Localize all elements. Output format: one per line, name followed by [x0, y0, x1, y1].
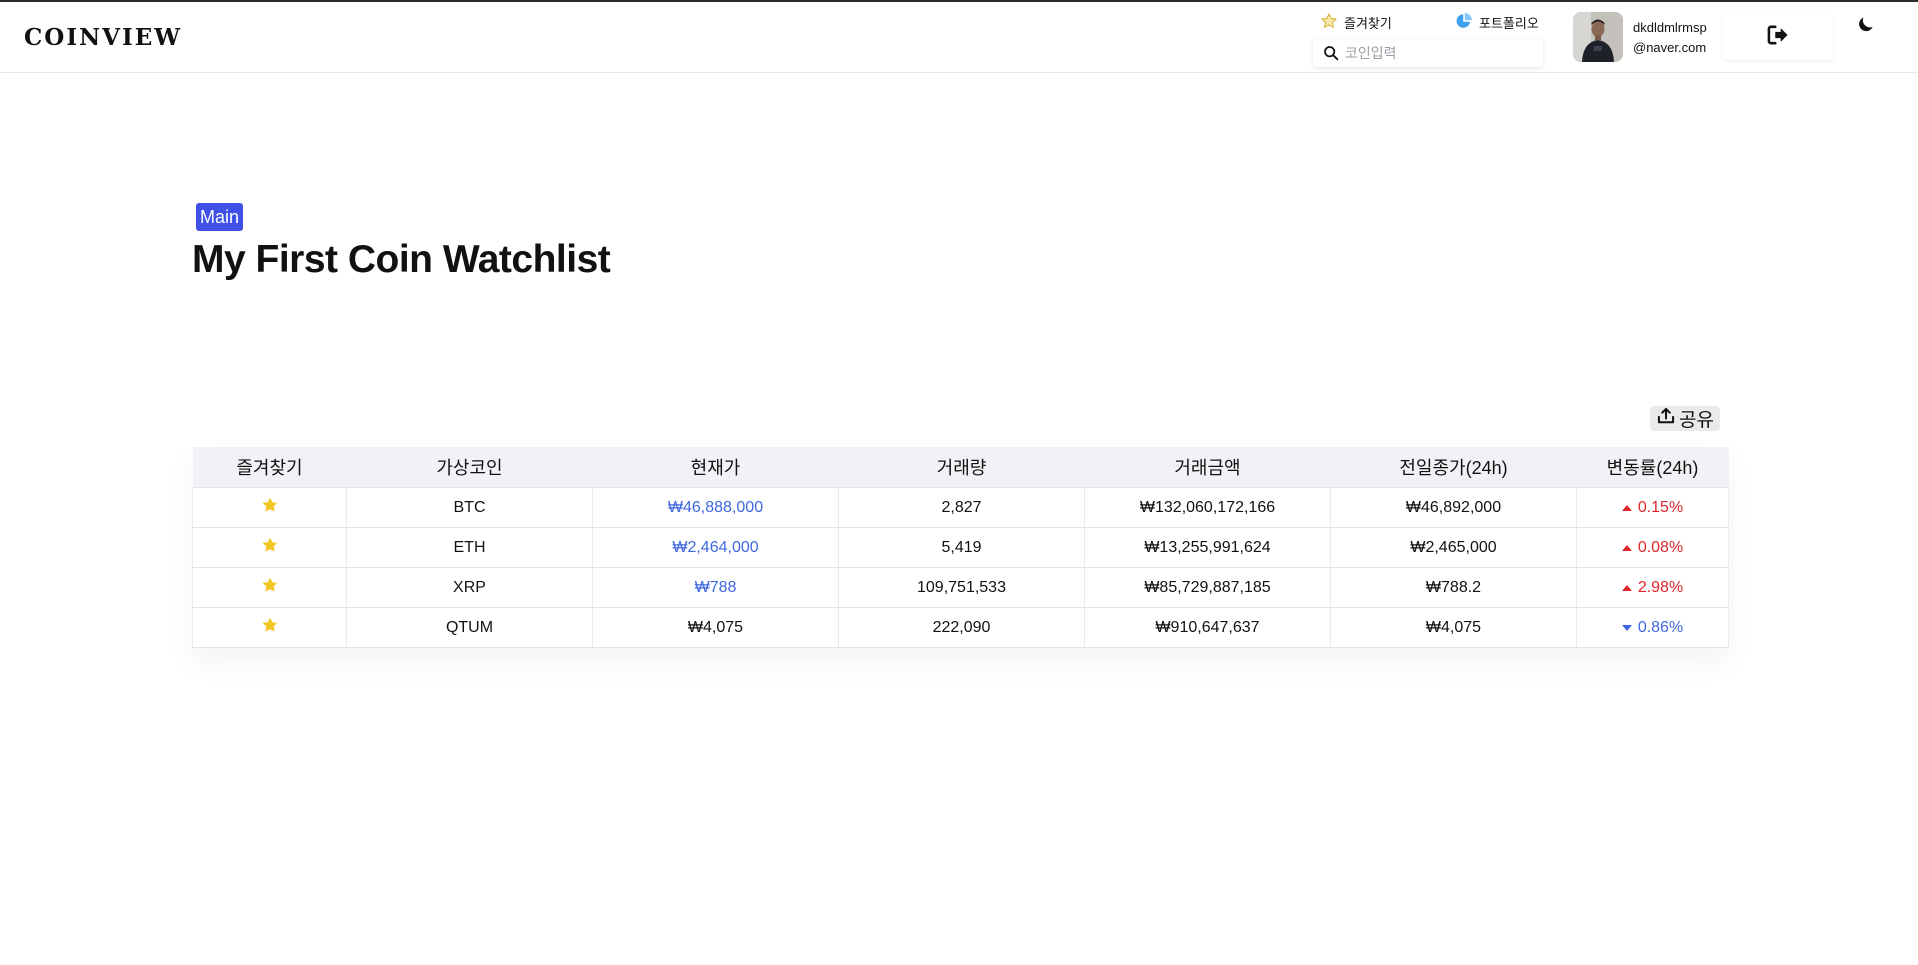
pie-chart-icon: [1455, 12, 1473, 33]
amount-cell: ₩13,255,991,624: [1084, 527, 1331, 568]
column-header-coin[interactable]: 가상코인: [346, 447, 593, 488]
favorite-cell: [192, 487, 347, 528]
change-cell: 0.08%: [1576, 527, 1729, 568]
change-value: 0.86%: [1637, 619, 1684, 636]
arrow-up-icon: [1621, 505, 1632, 511]
change-cell: 2.98%: [1576, 567, 1729, 608]
arrow-down-icon: [1621, 625, 1632, 631]
logout-icon: [1767, 25, 1789, 50]
favorite-cell: [192, 607, 347, 648]
upload-share-icon: [1656, 406, 1676, 432]
star-filled-icon[interactable]: [261, 497, 279, 518]
nav-favorites[interactable]: 즐겨찾기: [1320, 12, 1392, 33]
column-header-price[interactable]: 현재가: [592, 447, 839, 488]
table-row[interactable]: BTC ₩46,888,000 2,827 ₩132,060,172,166 ₩…: [192, 487, 1729, 528]
logo[interactable]: COINVIEW: [24, 24, 182, 51]
share-button[interactable]: 공유: [1650, 406, 1720, 431]
user-email: @naver.com: [1633, 40, 1707, 55]
nav-portfolio-label: 포트폴리오: [1479, 16, 1539, 31]
page-title: My First Coin Watchlist: [192, 238, 611, 281]
share-label: 공유: [1679, 410, 1714, 431]
user-name: dkdldmlrmsp: [1633, 20, 1707, 35]
arrow-up-icon: [1621, 545, 1632, 551]
price-cell: ₩788: [592, 567, 839, 608]
coin-cell: ETH: [346, 527, 593, 568]
coin-cell: QTUM: [346, 607, 593, 648]
amount-cell: ₩910,647,637: [1084, 607, 1331, 648]
price-cell: ₩46,888,000: [592, 487, 839, 528]
change-value: 0.15%: [1637, 499, 1684, 516]
page-badge: Main: [196, 203, 244, 231]
user-info: dkdldmlrmsp @naver.com: [1633, 18, 1707, 58]
price-cell: ₩4,075: [592, 607, 839, 648]
star-filled-icon[interactable]: [261, 577, 279, 598]
change-cell: 0.15%: [1576, 487, 1729, 528]
favorite-cell: [192, 527, 347, 568]
table-row[interactable]: ETH ₩2,464,000 5,419 ₩13,255,991,624 ₩2,…: [192, 527, 1729, 568]
amount-cell: ₩132,060,172,166: [1084, 487, 1331, 528]
arrow-up-icon: [1621, 585, 1632, 591]
avatar[interactable]: [1573, 12, 1623, 62]
star-outline-icon: [1320, 12, 1338, 33]
volume-cell: 222,090: [838, 607, 1085, 648]
prev-close-cell: ₩4,075: [1330, 607, 1577, 648]
column-header-volume[interactable]: 거래량: [838, 447, 1085, 488]
star-filled-icon[interactable]: [261, 537, 279, 558]
prev-close-cell: ₩46,892,000: [1330, 487, 1577, 528]
star-filled-icon[interactable]: [261, 617, 279, 638]
price-cell: ₩2,464,000: [592, 527, 839, 568]
nav-favorites-label: 즐겨찾기: [1344, 16, 1392, 31]
search-input[interactable]: [1343, 44, 1527, 62]
volume-cell: 2,827: [838, 487, 1085, 528]
table-row[interactable]: QTUM ₩4,075 222,090 ₩910,647,637 ₩4,075 …: [192, 607, 1729, 648]
logout-button[interactable]: [1723, 14, 1833, 60]
coin-cell: XRP: [346, 567, 593, 608]
column-header-change[interactable]: 변동률(24h): [1576, 447, 1729, 488]
search-box: [1313, 39, 1543, 67]
change-value: 0.08%: [1637, 539, 1684, 556]
column-header-prev-close[interactable]: 전일종가(24h): [1330, 447, 1577, 488]
favorite-cell: [192, 567, 347, 608]
nav-portfolio[interactable]: 포트폴리오: [1455, 12, 1539, 33]
table-header-row: 즐겨찾기 가상코인 현재가 거래량 거래금액 전일종가(24h) 변동률(24h…: [192, 447, 1729, 488]
volume-cell: 5,419: [838, 527, 1085, 568]
top-header: COINVIEW 즐겨찾기 포트폴리오 dkdldmlrmsp @nave: [0, 2, 1918, 73]
change-cell: 0.86%: [1576, 607, 1729, 648]
search-icon[interactable]: [1323, 45, 1339, 61]
column-header-favorite[interactable]: 즐겨찾기: [192, 447, 347, 488]
table-row[interactable]: XRP ₩788 109,751,533 ₩85,729,887,185 ₩78…: [192, 567, 1729, 608]
volume-cell: 109,751,533: [838, 567, 1085, 608]
moon-icon[interactable]: [1856, 14, 1876, 39]
prev-close-cell: ₩788.2: [1330, 567, 1577, 608]
coin-cell: BTC: [346, 487, 593, 528]
watchlist-table: 즐겨찾기 가상코인 현재가 거래량 거래금액 전일종가(24h) 변동률(24h…: [192, 447, 1729, 648]
change-value: 2.98%: [1637, 579, 1684, 596]
amount-cell: ₩85,729,887,185: [1084, 567, 1331, 608]
watchlist-table-container: 즐겨찾기 가상코인 현재가 거래량 거래금액 전일종가(24h) 변동률(24h…: [192, 447, 1729, 648]
prev-close-cell: ₩2,465,000: [1330, 527, 1577, 568]
column-header-amount[interactable]: 거래금액: [1084, 447, 1331, 488]
